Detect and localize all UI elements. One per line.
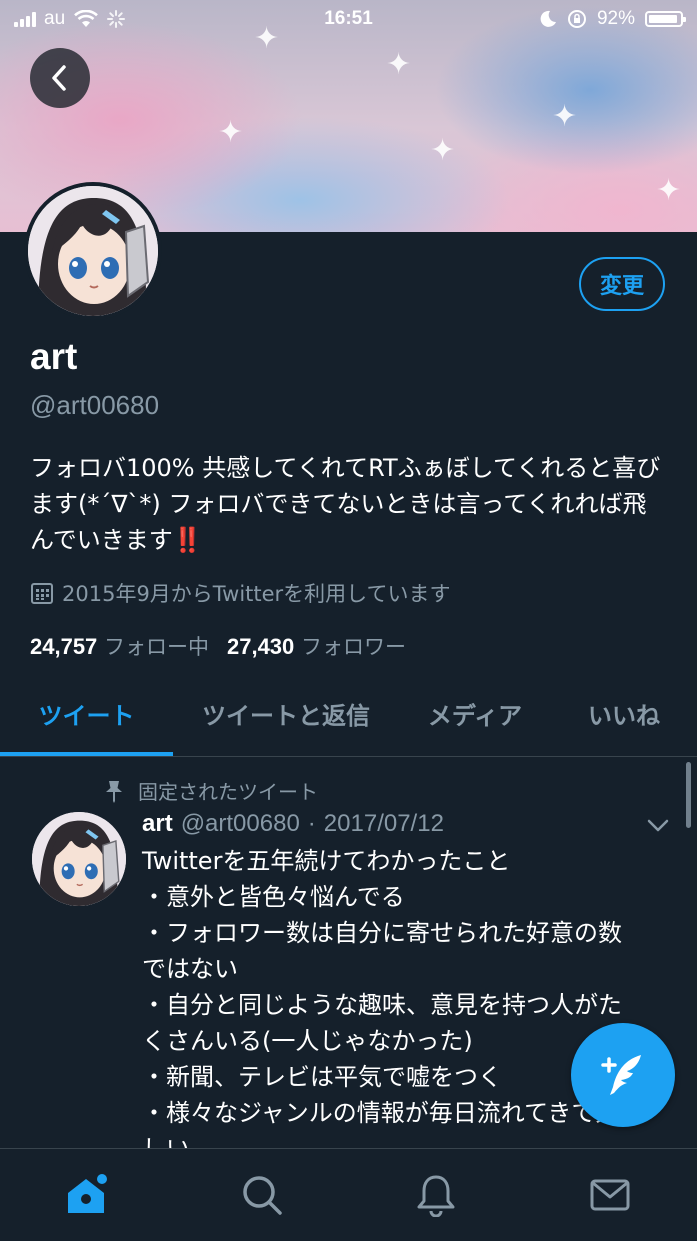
tweet-line: ・フォロワー数は自分に寄せられた好意の数 [142, 919, 622, 947]
home-icon [68, 1174, 107, 1213]
anime-avatar-image [32, 812, 126, 906]
sparkle-decoration: ✦ [430, 133, 456, 168]
tab-tweets[interactable]: ツイート [0, 680, 173, 752]
tweet-header: art @art00680 · 2017/07/12 [142, 810, 444, 838]
mail-icon [590, 1179, 630, 1211]
nav-search[interactable] [238, 1171, 286, 1219]
back-button[interactable] [30, 48, 90, 108]
profile-tabs: ツイート ツイートと返信 メディア いいね [0, 680, 697, 757]
tweet-date[interactable]: 2017/07/12 [324, 810, 444, 838]
nav-messages[interactable] [586, 1171, 634, 1219]
pinned-tweet-label: 固定されたツイート [104, 776, 318, 805]
battery-percent: 92% [596, 8, 635, 29]
pin-icon [106, 780, 122, 803]
anime-avatar-image [28, 186, 158, 316]
following-count: 24,757 [30, 634, 98, 659]
tweet-line: Twitterを五年続けてわかったこと [142, 847, 511, 875]
tweet-line: ではない [142, 955, 238, 983]
pinned-text: 固定されたツイート [138, 780, 318, 804]
join-date-text: 2015年9月からTwitterを利用しています [62, 582, 451, 606]
compose-tweet-button[interactable] [571, 1023, 675, 1127]
sparkle-decoration: ✦ [386, 47, 412, 82]
bottom-navigation [0, 1148, 697, 1241]
nav-notifications[interactable] [412, 1171, 460, 1219]
tweet-author-handle: @art00680 [180, 810, 300, 837]
followers-label: フォロワー [300, 635, 406, 659]
tab-tweets-and-replies[interactable]: ツイートと返信 [180, 680, 392, 752]
profile-bio: フォロバ100% 共感してくれてRTふぁぼしてくれると喜びます(*´∇`*) フ… [30, 450, 670, 558]
follow-counts: 24,757 フォロー中 27,430 フォロワー [30, 631, 406, 661]
following-link[interactable]: 24,757 フォロー中 [30, 631, 209, 661]
chevron-down-icon[interactable] [646, 816, 670, 836]
bio-text: フォロバ100% 共感してくれてRTふぁぼしてくれると喜びます(*´∇`*) フ… [30, 454, 661, 554]
battery-icon [645, 11, 686, 27]
join-date: 2015年9月からTwitterを利用しています [30, 578, 451, 608]
followers-count: 27,430 [226, 634, 295, 659]
active-tab-indicator [0, 752, 173, 756]
tweet-text: Twitterを五年続けてわかったこと ・意外と皆色々悩んでる ・フォロワー数は… [142, 843, 672, 1167]
moon-icon [540, 10, 556, 27]
tab-media[interactable]: メディア [400, 680, 550, 752]
profile-name: art [30, 336, 78, 377]
search-icon [243, 1176, 282, 1215]
followers-link[interactable]: 27,430 フォロワー [227, 631, 406, 661]
tweet-line: ・意外と皆色々悩んでる [142, 883, 405, 911]
chevron-left-icon [52, 65, 66, 91]
following-label: フォロー中 [103, 635, 209, 659]
double-exclamation-emoji: ‼️ [172, 526, 203, 554]
tweet-author-avatar[interactable] [32, 812, 126, 906]
tweet-line: ・自分と同じような趣味、意見を持つ人がた [142, 991, 622, 1019]
profile-handle: @art00680 [30, 390, 160, 420]
tweet-separator: · [307, 810, 316, 837]
sparkle-decoration: ✦ [218, 115, 244, 150]
sparkle-decoration: ✦ [656, 173, 682, 208]
orientation-lock-icon [567, 10, 586, 28]
nav-home[interactable] [64, 1171, 112, 1219]
status-bar: au 16:51 92% [0, 0, 697, 38]
bell-icon [417, 1175, 455, 1217]
sparkle-decoration: ✦ [552, 99, 578, 134]
scrollbar[interactable] [686, 762, 691, 828]
compose-tweet-icon [601, 1055, 641, 1095]
profile-avatar[interactable] [24, 182, 162, 320]
edit-profile-button[interactable]: 変更 [579, 257, 665, 311]
tab-likes[interactable]: いいね [560, 680, 688, 752]
tweet-author-name[interactable]: art [142, 810, 173, 838]
calendar-icon [31, 583, 53, 604]
